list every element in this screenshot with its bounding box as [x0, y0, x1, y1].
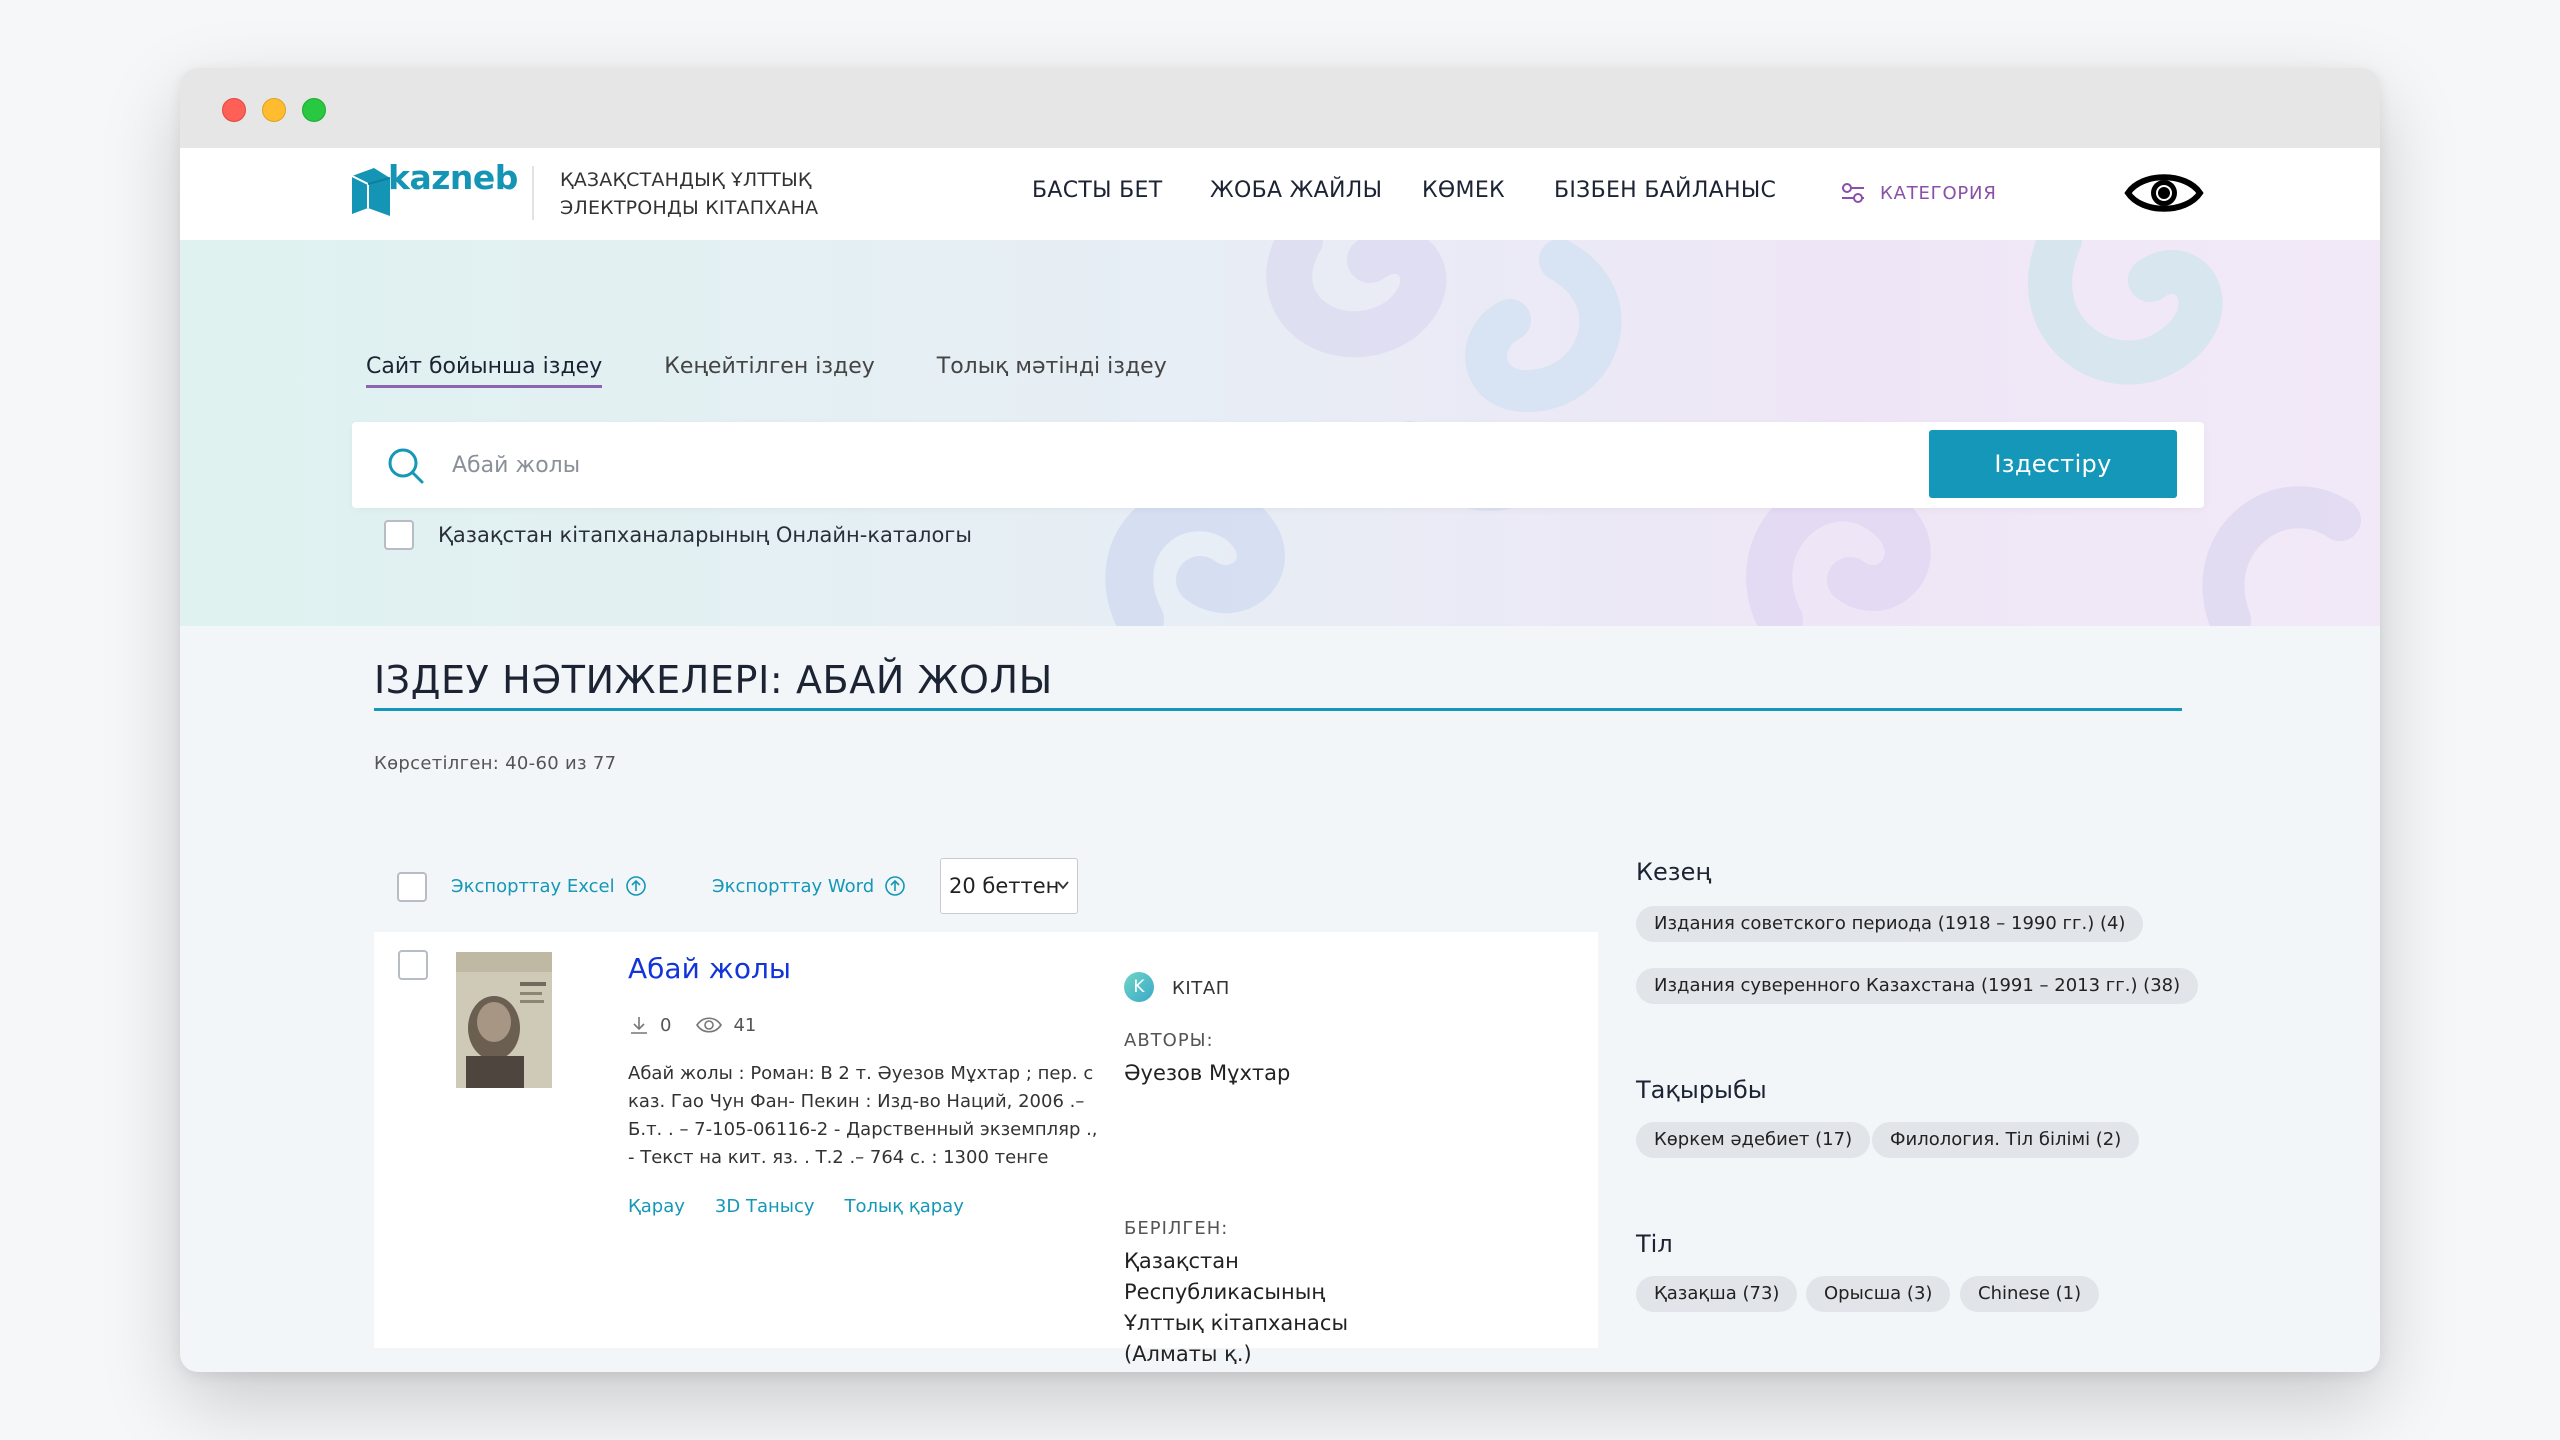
export-word-label: Экспорттау Word [712, 875, 875, 897]
type-label: КІТАП [1172, 978, 1230, 999]
nav-contact[interactable]: БІЗБЕН БАЙЛАНЫС [1554, 178, 1776, 203]
view-link[interactable]: Қарау [628, 1196, 685, 1217]
given-label: БЕРІЛГЕН: [1124, 1218, 1229, 1239]
facet-topic-title: Тақырыбы [1636, 1076, 1767, 1104]
facet-chip[interactable]: Филология. Тіл білімі (2) [1872, 1122, 2140, 1158]
results-count: Көрсетілген: 40-60 из 77 [374, 753, 617, 774]
given-line: Республикасының [1124, 1280, 1326, 1304]
search-icon [388, 448, 424, 484]
search-box: Іздестіру [352, 422, 2204, 508]
book-type-icon: K [1124, 972, 1154, 1002]
org-name-line2: ЭЛЕКТРОНДЫ КІТАПХАНА [560, 197, 819, 219]
facet-chip[interactable]: Издания суверенного Казахстана (1991 – 2… [1636, 968, 2199, 1004]
upload-circle-icon [625, 876, 646, 896]
views-eye-icon [696, 1017, 723, 1033]
given-line: (Алматы қ.) [1124, 1342, 1252, 1366]
online-catalog-label: Қазақстан кітапханаларының Онлайн-катало… [438, 523, 972, 547]
result-select-checkbox[interactable] [398, 950, 428, 980]
authors-label: АВТОРЫ: [1124, 1030, 1214, 1051]
authors-value: Әуезов Мұхтар [1124, 1061, 1291, 1085]
result-description: Абай жолы : Роман: В 2 т. Әуезов Мұхтар … [628, 1063, 1098, 1168]
views-count: 41 [733, 1014, 757, 1036]
close-window-button[interactable] [222, 98, 246, 122]
facet-chip[interactable]: Орысша (3) [1806, 1276, 1951, 1312]
facet-chip[interactable]: Chinese (1) [1960, 1276, 2100, 1312]
full-view-link[interactable]: Толық қарау [845, 1196, 964, 1217]
chevron-down-icon [1057, 881, 1069, 890]
result-card: Абай жолы 0 41 Абай жолы : Роман: В 2 т.… [374, 932, 1598, 1366]
given-line: Ұлттық кітапханасы [1124, 1311, 1349, 1335]
search-hero: Сайт бойынша іздеу Кеңейтілген іздеу Тол… [180, 240, 2380, 626]
title-bar [180, 68, 2380, 148]
tab-site-search[interactable]: Сайт бойынша іздеу [366, 354, 603, 388]
logo-divider [532, 166, 534, 220]
upload-circle-icon [885, 876, 905, 896]
facet-language-title: Тіл [1636, 1230, 1673, 1258]
category-button[interactable]: КАТЕГОРИЯ [1840, 176, 1997, 210]
nav-help[interactable]: КӨМЕК [1422, 178, 1505, 203]
result-actions: Қарау 3D Танысу Толық қарау [628, 1196, 964, 1217]
logo-text[interactable]: kazneb [388, 158, 518, 197]
download-icon [631, 1017, 647, 1034]
book-cover-image[interactable] [456, 952, 552, 1088]
title-underline [374, 708, 2182, 711]
nav-about[interactable]: ЖОБА ЖАЙЛЫ [1210, 178, 1382, 203]
org-name-line1: ҚАЗАҚСТАНДЫҚ ҰЛТТЫҚ [560, 169, 812, 191]
facet-period-title: Кезең [1636, 858, 1712, 886]
site-header: kazneb ҚАЗАҚСТАНДЫҚ ҰЛТТЫҚ ЭЛЕКТРОНДЫ КІ… [180, 148, 2380, 240]
online-catalog-checkbox[interactable] [384, 520, 414, 550]
per-page-select[interactable]: 20 беттен [940, 858, 1078, 914]
filter-sliders-icon [1842, 183, 1864, 203]
search-button[interactable]: Іздестіру [1929, 430, 2177, 498]
facet-chip[interactable]: Қазақша (73) [1636, 1276, 1798, 1312]
given-line: Қазақстан [1124, 1249, 1239, 1273]
tab-advanced-search[interactable]: Кеңейтілген іздеу [664, 354, 875, 388]
export-excel-label: Экспорттау Excel [451, 875, 615, 897]
results-title: ІЗДЕУ НӘТИЖЕЛЕРІ: АБАЙ ЖОЛЫ [374, 658, 1053, 702]
maximize-window-button[interactable] [302, 98, 326, 122]
search-input[interactable] [452, 440, 1932, 490]
facet-chip[interactable]: Көркем әдебиет (17) [1636, 1122, 1871, 1158]
per-page-value: 20 беттен [949, 874, 1060, 898]
tab-fulltext-search[interactable]: Толық мәтінді іздеу [937, 354, 1167, 388]
select-all-checkbox[interactable] [397, 872, 427, 902]
search-tabs: Сайт бойынша іздеу Кеңейтілген іздеу Тол… [366, 354, 1167, 388]
downloads-count: 0 [660, 1014, 672, 1036]
browser-window: kazneb ҚАЗАҚСТАНДЫҚ ҰЛТТЫҚ ЭЛЕКТРОНДЫ КІ… [180, 68, 2380, 1372]
export-excel-link[interactable]: Экспорттау Excel [451, 875, 647, 897]
3d-preview-link[interactable]: 3D Танысу [715, 1196, 815, 1217]
result-title-link[interactable]: Абай жолы [628, 952, 791, 985]
org-name: ҚАЗАҚСТАНДЫҚ ҰЛТТЫҚ ЭЛЕКТРОНДЫ КІТАПХАНА [560, 166, 818, 222]
given-value: Қазақстан Республикасының Ұлттық кітапха… [1124, 1246, 1348, 1370]
nav-home[interactable]: БАСТЫ БЕТ [1032, 178, 1162, 203]
result-stats: 0 41 [628, 1014, 756, 1036]
eye-icon[interactable] [2124, 166, 2204, 220]
export-word-link[interactable]: Экспорттау Word [712, 875, 906, 897]
facet-chip[interactable]: Издания советского периода (1918 – 1990 … [1636, 906, 2144, 942]
category-label: КАТЕГОРИЯ [1880, 182, 1997, 204]
minimize-window-button[interactable] [262, 98, 286, 122]
